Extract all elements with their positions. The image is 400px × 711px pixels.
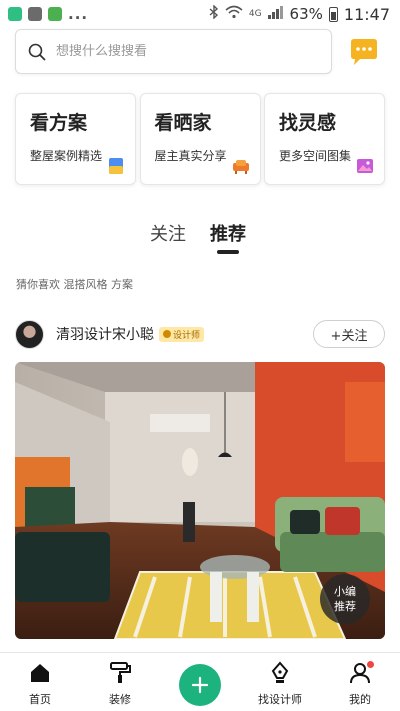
card-title: 看晒家 [154,112,212,134]
wifi-icon [225,5,243,23]
person-icon [163,330,171,338]
signal-icon [267,5,284,23]
designer-badge: 设计师 [159,326,205,342]
status-left: ... [8,5,88,23]
plus-icon [191,676,209,694]
nav-find-designer[interactable]: 找设计师 [250,661,310,707]
nav-label: 装修 [109,693,131,706]
card-title: 找灵感 [279,112,337,134]
nav-me[interactable]: 我的 [330,661,390,707]
gallery-notification-icon [28,7,42,21]
paint-roller-icon [110,662,131,683]
home-icon [31,664,49,682]
editor-badge-line1: 小编 [334,585,356,598]
bottom-navigation: 首页 装修 找设计师 我的 [0,652,400,711]
status-right: 4G 63% 11:47 [209,4,390,24]
nav-renovation[interactable]: 装修 [90,661,150,707]
search-input[interactable] [56,44,316,59]
avatar[interactable] [15,319,44,349]
category-card-showcase[interactable]: 看晒家 屋主真实分享 [139,93,261,185]
pen-nib-icon [271,661,289,683]
app-notification-icon [8,7,22,21]
more-notifications-indicator: ... [68,5,89,23]
bluetooth-icon [209,4,219,23]
editor-badge-line2: 推荐 [334,600,356,613]
category-card-cases[interactable]: 看方案 整屋案例精选 [15,93,136,185]
status-bar: ... 4G 63% 11:47 [0,0,400,28]
nav-home[interactable]: 首页 [10,661,70,707]
badge-label: 设计师 [173,330,201,341]
feed-tabs: 关注 推荐 [150,220,246,246]
card-title: 看方案 [30,112,88,134]
add-button[interactable] [179,664,221,706]
message-notification-icon [48,7,62,21]
tab-following[interactable]: 关注 [150,220,186,246]
message-icon[interactable] [348,37,380,69]
nav-label: 我的 [349,693,371,706]
category-cards: 看方案 整屋案例精选 看晒家 屋主真实分享 找灵感 更多空间图集 [15,93,385,185]
sofa-icon [232,160,249,174]
post-image[interactable]: 小编 推荐 [15,362,385,639]
author-name[interactable]: 清羽设计宋小聪 [56,324,154,344]
active-tab-indicator [217,250,239,254]
network-type: 4G [248,9,262,19]
clock: 11:47 [343,4,390,24]
battery-icon [328,6,338,22]
category-card-inspiration[interactable]: 找灵感 更多空间图集 [264,93,385,185]
recommendation-tags: 猜你喜欢 混搭风格 方案 [16,278,133,291]
tab-recommended[interactable]: 推荐 [210,220,246,246]
search-bar[interactable] [15,29,332,74]
search-icon [28,43,46,60]
nav-label: 找设计师 [258,693,302,706]
notification-dot [367,661,374,668]
case-icon [109,158,123,174]
editor-pick-badge: 小编 推荐 [320,574,370,624]
nav-label: 首页 [29,693,51,706]
battery-percent: 63% [289,5,323,23]
image-icon [357,159,373,173]
follow-button[interactable]: +关注 [313,320,385,348]
post-author-row: 清羽设计宋小聪 设计师 +关注 [15,318,385,350]
